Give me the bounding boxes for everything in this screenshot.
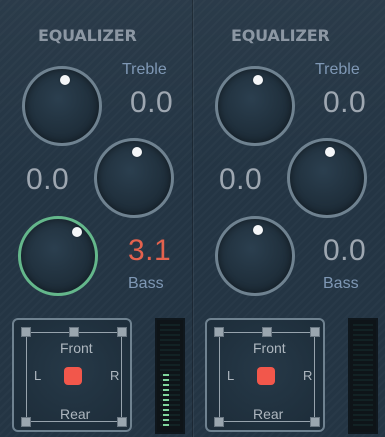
mid-knob[interactable]: [94, 138, 174, 218]
level-meter: [348, 318, 378, 434]
bass-value: 3.1: [128, 234, 172, 267]
equalizer-title: EQUALIZER: [231, 26, 330, 45]
equalizer-panel: EQUALIZER Treble 0.0 0.0 3.1 Bass Front …: [0, 0, 385, 437]
surround-handle[interactable]: [117, 327, 127, 337]
meter-level-fill: [163, 374, 169, 426]
mid-value: 0.0: [219, 163, 263, 196]
channel-right: EQUALIZER Treble 0.0 0.0 0.0 Bass Front …: [193, 0, 385, 437]
right-label: R: [110, 368, 120, 383]
surround-panner[interactable]: Front L R Rear: [12, 318, 132, 432]
knob-indicator: [253, 75, 263, 85]
surround-handle[interactable]: [310, 327, 320, 337]
mid-value: 0.0: [26, 163, 70, 196]
rear-label: Rear: [253, 406, 284, 422]
treble-knob[interactable]: [22, 66, 102, 146]
surround-handle[interactable]: [21, 417, 31, 427]
knob-indicator: [60, 75, 70, 85]
speaker-position-handle[interactable]: [64, 367, 82, 385]
treble-label: Treble: [122, 61, 167, 78]
bass-knob[interactable]: [215, 216, 295, 296]
bass-label: Bass: [128, 275, 164, 292]
level-meter: [155, 318, 185, 434]
surround-handle[interactable]: [310, 417, 320, 427]
knob-indicator: [325, 147, 335, 157]
left-label: L: [227, 368, 235, 383]
front-label: Front: [253, 340, 286, 356]
surround-handle[interactable]: [117, 417, 127, 427]
surround-handle[interactable]: [214, 417, 224, 427]
knob-indicator: [253, 225, 263, 235]
surround-handle[interactable]: [214, 327, 224, 337]
treble-label: Treble: [315, 61, 360, 78]
channel-left: EQUALIZER Treble 0.0 0.0 3.1 Bass Front …: [0, 0, 192, 437]
surround-handle[interactable]: [262, 327, 272, 337]
meter-grid: [353, 324, 373, 428]
surround-handle[interactable]: [21, 327, 31, 337]
treble-knob[interactable]: [215, 66, 295, 146]
knob-indicator: [72, 227, 82, 237]
mid-knob[interactable]: [287, 138, 367, 218]
bass-knob[interactable]: [18, 216, 98, 296]
speaker-position-handle[interactable]: [257, 367, 275, 385]
surround-handle[interactable]: [69, 327, 79, 337]
front-label: Front: [60, 340, 93, 356]
treble-value: 0.0: [130, 86, 174, 119]
left-label: L: [34, 368, 42, 383]
surround-panner[interactable]: Front L R Rear: [205, 318, 325, 432]
knob-indicator: [132, 147, 142, 157]
bass-value: 0.0: [323, 234, 367, 267]
right-label: R: [303, 368, 313, 383]
bass-label: Bass: [323, 275, 359, 292]
rear-label: Rear: [60, 406, 91, 422]
equalizer-title: EQUALIZER: [38, 26, 137, 45]
treble-value: 0.0: [323, 86, 367, 119]
